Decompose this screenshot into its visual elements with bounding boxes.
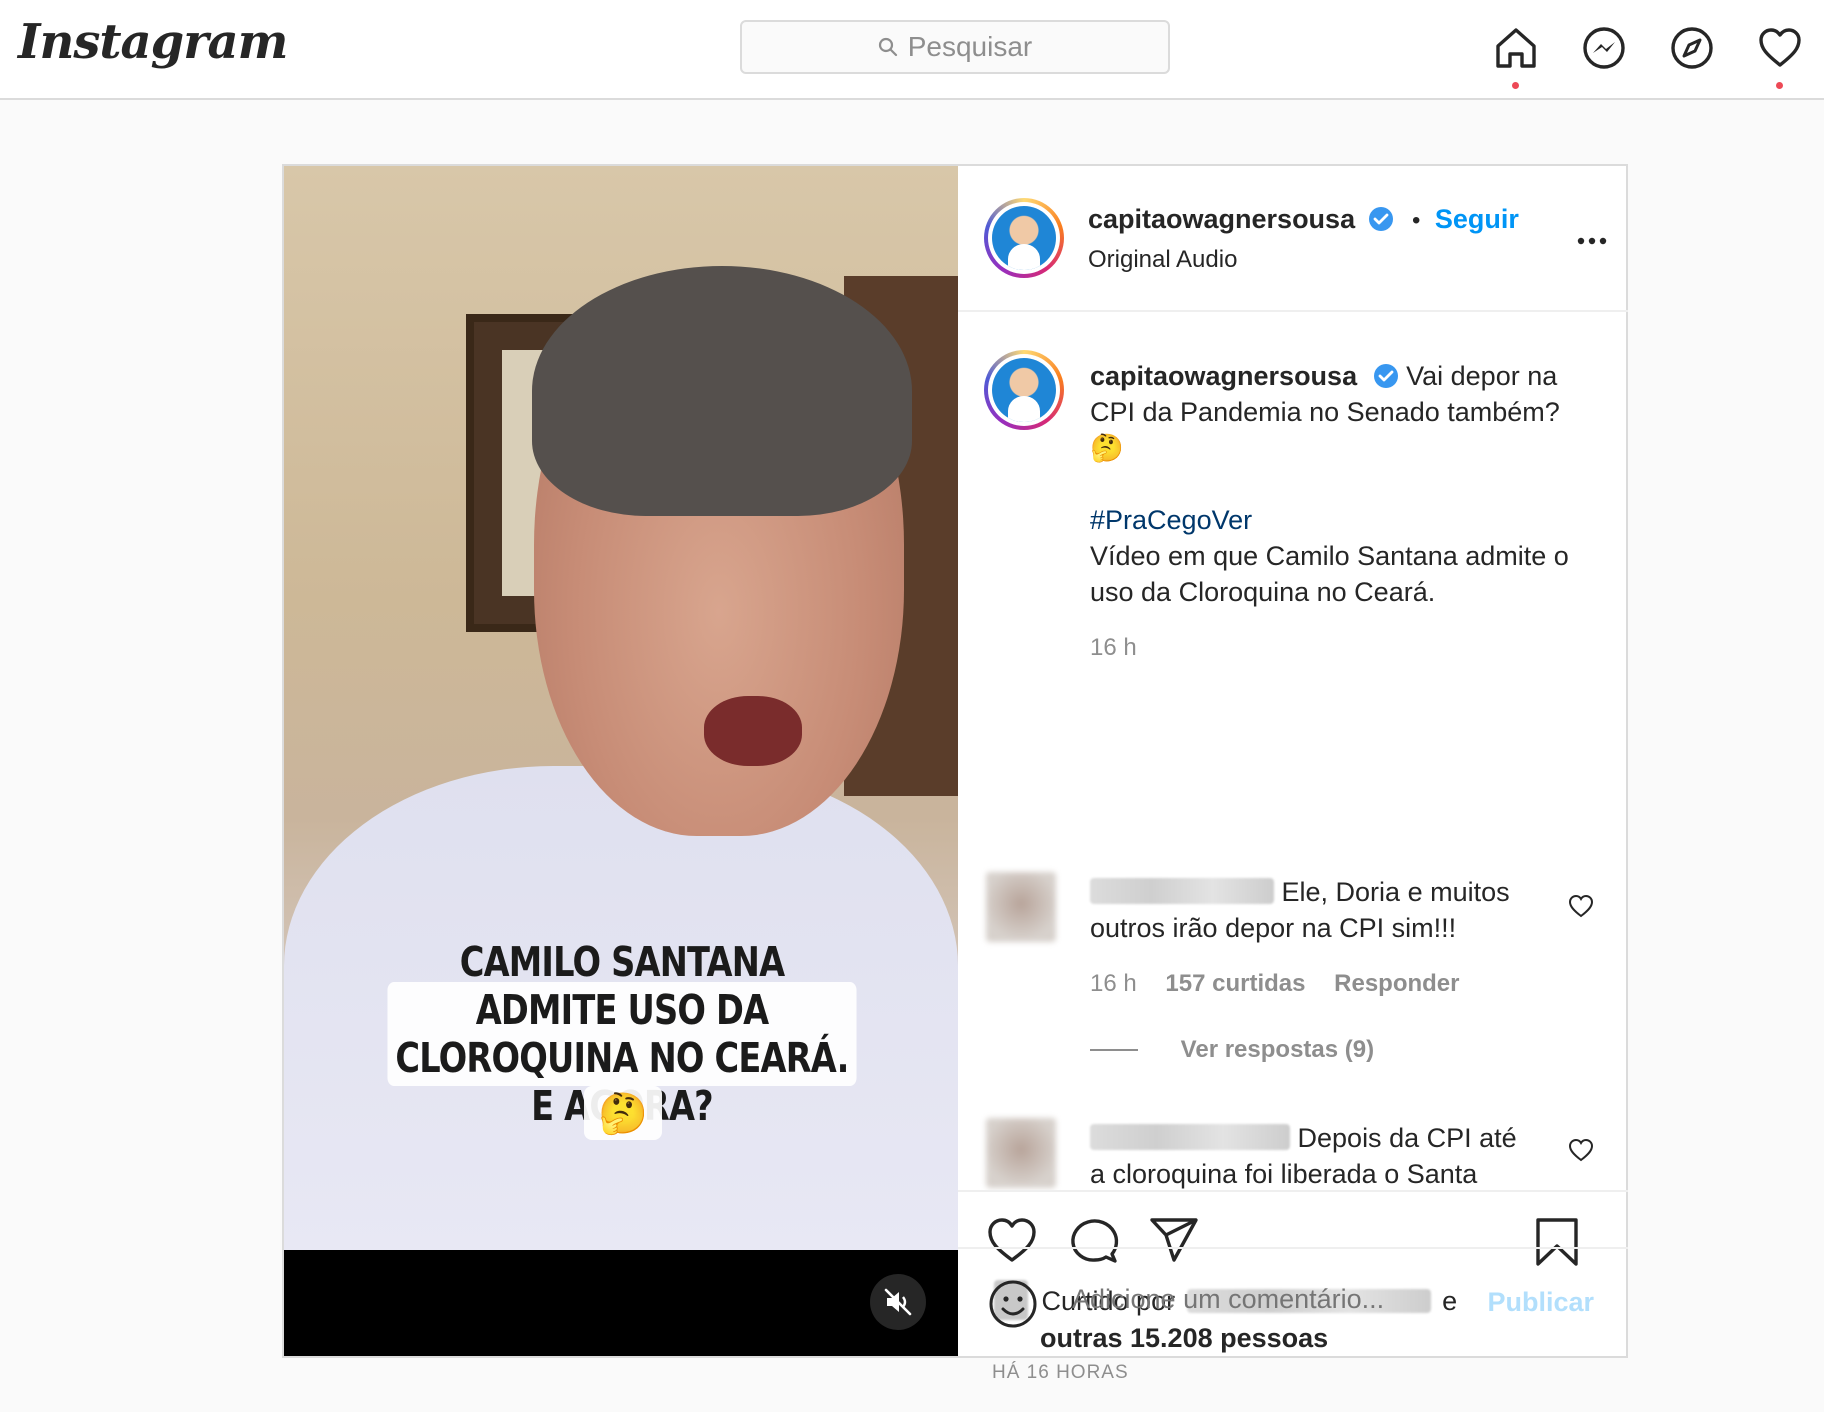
caption-time[interactable]: 16 h <box>1090 630 1600 666</box>
comment-likes[interactable]: 157 curtidas <box>1165 970 1305 997</box>
activity-notification-dot <box>1776 82 1783 89</box>
video-caption-line-1: CAMILO SANTANA ADMITE USO DA <box>459 938 785 1034</box>
post-card: CAMILO SANTANA ADMITE USO DA CLOROQUINA … <box>282 164 1628 1383</box>
comment-avatar[interactable] <box>986 1118 1056 1188</box>
comment-like-heart-icon[interactable] <box>1568 1138 1594 1162</box>
comment-item: Depois da CPI até a cloroquina foi liber… <box>1090 1120 1530 1190</box>
comment-like-heart-icon[interactable] <box>1568 894 1594 918</box>
post-header: capitaowagnersousa • Seguir Original Aud… <box>958 166 1628 312</box>
caption-username[interactable]: capitaowagnersousa <box>1090 361 1357 391</box>
publish-button[interactable]: Publicar <box>1487 1287 1594 1318</box>
search-placeholder: Pesquisar <box>907 31 1033 62</box>
view-replies-row[interactable]: Ver respostas (9) <box>1090 1032 1530 1068</box>
separator-dot: • <box>1412 207 1421 234</box>
search-box[interactable]: Pesquisar <box>740 20 1170 74</box>
caption-emoji: 🤔 <box>1090 433 1124 463</box>
home-notification-dot <box>1512 82 1519 89</box>
comment-reply-button[interactable]: Responder <box>1334 970 1459 997</box>
comment-time[interactable]: 16 h <box>1090 970 1137 997</box>
comment-avatar[interactable] <box>986 872 1056 942</box>
explore-compass-icon[interactable] <box>1668 24 1716 72</box>
verified-badge-icon <box>1368 207 1393 231</box>
video-caption-overlay: CAMILO SANTANA ADMITE USO DA CLOROQUINA … <box>387 938 857 1130</box>
instagram-logo[interactable]: Instagram <box>18 14 288 70</box>
post-timestamp[interactable]: HÁ 16 HORAS <box>992 1362 1129 1384</box>
muted-speaker-icon <box>884 1288 912 1316</box>
caption-author-avatar[interactable] <box>984 350 1064 430</box>
comment-item: Ele, Doria e muitos outros irão depor na… <box>1090 874 1530 1068</box>
video-frame: CAMILO SANTANA ADMITE USO DA CLOROQUINA … <box>284 166 958 1250</box>
emoji-smiley-icon[interactable] <box>988 1279 1038 1329</box>
author-username[interactable]: capitaowagnersousa <box>1088 204 1355 234</box>
caption-hashtag[interactable]: #PraCegoVer <box>1090 502 1600 538</box>
comment-meta: 16 h 157 curtidas Responder <box>1090 966 1530 1002</box>
mute-toggle-button[interactable] <box>870 1274 926 1330</box>
author-line: capitaowagnersousa • Seguir <box>1088 204 1519 235</box>
home-icon[interactable] <box>1492 24 1540 72</box>
replies-divider <box>1090 1049 1138 1051</box>
activity-heart-icon[interactable] <box>1756 24 1804 72</box>
messenger-icon[interactable] <box>1580 24 1628 72</box>
post-details-panel: capitaowagnersousa • Seguir Original Aud… <box>958 166 1628 1383</box>
comments-list[interactable]: capitaowagnersousa Vai depor na CPI da P… <box>958 312 1628 1190</box>
follow-button[interactable]: Seguir <box>1435 204 1519 234</box>
comment-username-redacted[interactable] <box>1090 1124 1290 1150</box>
comment-username-redacted[interactable] <box>1090 878 1274 904</box>
search-icon <box>878 37 897 57</box>
top-navbar: Instagram Pesquisar <box>0 0 1824 100</box>
caption-author-avatar-image <box>992 358 1056 422</box>
author-avatar-image <box>992 206 1056 270</box>
view-replies-button[interactable]: Ver respostas (9) <box>1181 1036 1374 1063</box>
more-options-icon[interactable] <box>1576 236 1608 246</box>
person-hair <box>532 266 912 516</box>
author-avatar[interactable] <box>984 198 1064 278</box>
add-comment-bar: Publicar <box>958 1247 1628 1356</box>
comment-input[interactable] <box>1070 1283 1474 1316</box>
video-caption-emoji: 🤔 <box>584 1086 662 1140</box>
person-mouth <box>704 696 802 766</box>
post-video[interactable]: CAMILO SANTANA ADMITE USO DA CLOROQUINA … <box>284 166 958 1356</box>
verified-badge-icon <box>1373 364 1398 388</box>
post-caption: capitaowagnersousa Vai depor na CPI da P… <box>1090 358 1600 666</box>
original-audio-link[interactable]: Original Audio <box>1088 246 1237 274</box>
caption-description: Vídeo em que Camilo Santana admite o uso… <box>1090 541 1569 607</box>
